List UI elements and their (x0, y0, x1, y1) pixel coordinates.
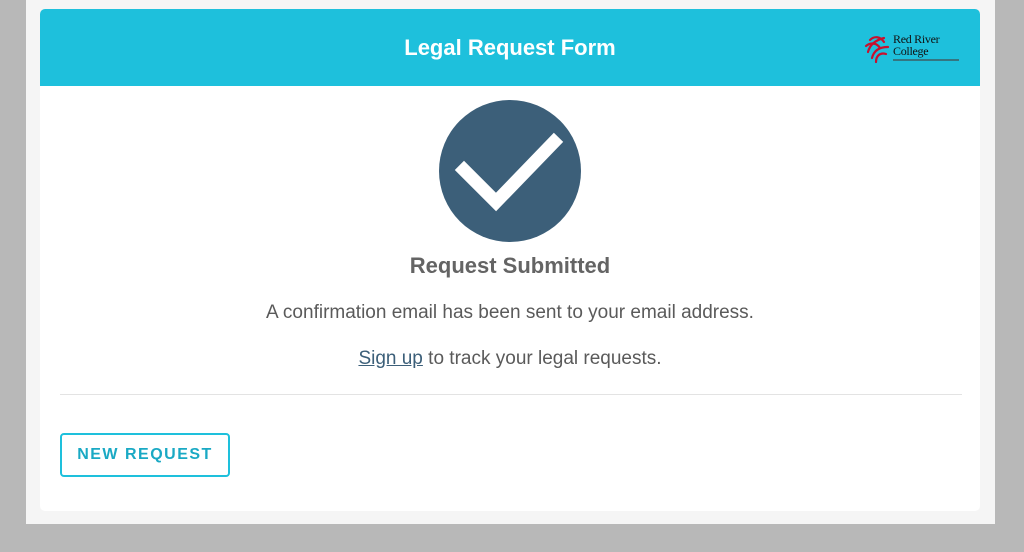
page-title: Legal Request Form (404, 35, 616, 60)
form-header: Legal Request Form Red River College (40, 9, 980, 86)
logo-text-line2: College (893, 44, 929, 58)
new-request-button[interactable]: NEW REQUEST (60, 433, 230, 477)
status-title: Request Submitted (409, 253, 611, 278)
form-card: Legal Request Form Red River College Req… (40, 9, 980, 511)
check-icon (454, 132, 564, 212)
signup-suffix: to track your legal requests. (422, 348, 662, 369)
confirmation-message: A confirmation email has been sent to yo… (266, 302, 754, 323)
signup-link[interactable]: Sign up (358, 348, 422, 369)
divider (60, 394, 962, 395)
success-badge (439, 100, 581, 242)
signup-prompt: Sign up to track your legal requests. (40, 348, 980, 370)
maple-leaf-logo-icon (864, 36, 890, 64)
logo-underline (893, 59, 959, 61)
college-logo: Red River College (862, 32, 962, 66)
